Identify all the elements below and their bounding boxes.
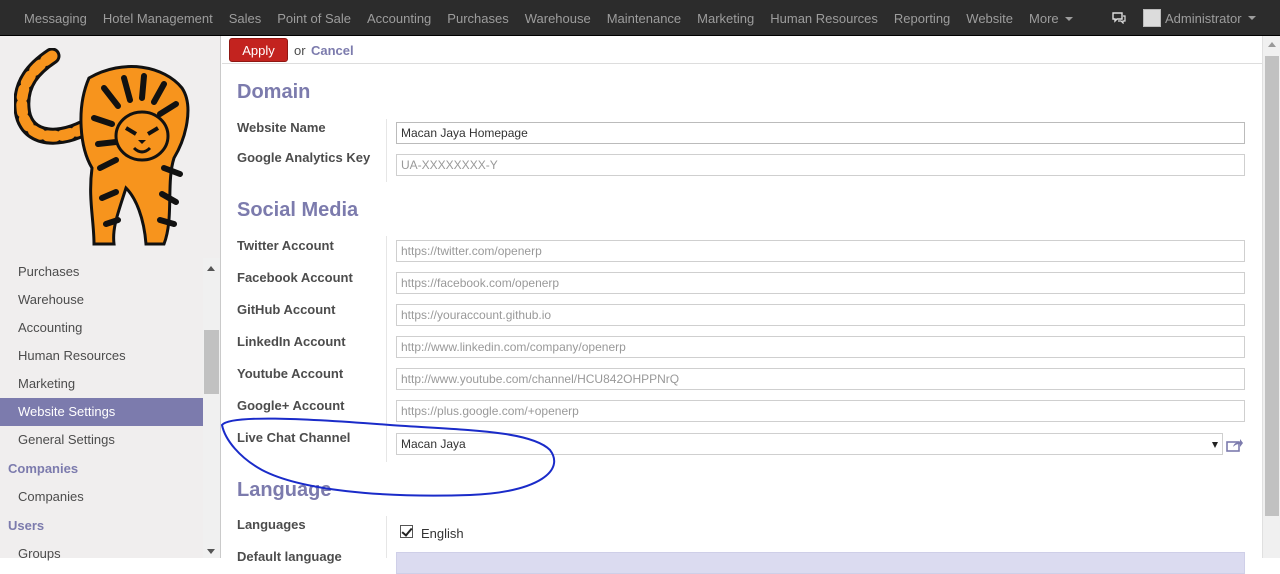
google-analytics-input[interactable] [396, 154, 1245, 176]
twitter-input[interactable] [396, 240, 1245, 262]
external-link-icon[interactable] [1226, 438, 1244, 452]
menu-warehouse[interactable]: Warehouse [517, 11, 599, 26]
live-chat-value: Macan Jaya [401, 437, 466, 451]
cancel-link[interactable]: Cancel [311, 43, 354, 58]
main-scroll-thumb[interactable] [1265, 56, 1279, 516]
menu-accounting[interactable]: Accounting [359, 11, 439, 26]
settings-form: Apply or Cancel Domain Website Name Goog… [222, 36, 1262, 574]
menu-human-resources[interactable]: Human Resources [762, 11, 886, 26]
section-social-title: Social Media [237, 199, 359, 221]
menu-website[interactable]: Website [958, 11, 1021, 26]
main-scrollbar[interactable] [1262, 36, 1280, 558]
tiger-logo [14, 48, 190, 246]
divider [386, 119, 387, 182]
sidebar-item-marketing[interactable]: Marketing [0, 370, 203, 398]
sidebar-menu: Purchases Warehouse Accounting Human Res… [0, 258, 203, 568]
facebook-input[interactable] [396, 272, 1245, 294]
dropdown-arrow-icon [1212, 442, 1218, 448]
divider [386, 516, 387, 558]
website-name-input[interactable] [396, 122, 1245, 144]
linkedin-input[interactable] [396, 336, 1245, 358]
scroll-down-icon[interactable] [207, 549, 215, 554]
sidebar-item-accounting[interactable]: Accounting [0, 314, 203, 342]
menu-more-dropdown[interactable]: More [1021, 11, 1081, 26]
google-plus-label: Google+ Account [237, 398, 345, 413]
sidebar: Purchases Warehouse Accounting Human Res… [0, 36, 221, 561]
menu-sales[interactable]: Sales [221, 11, 270, 26]
sidebar-item-warehouse[interactable]: Warehouse [0, 286, 203, 314]
sidebar-item-human-resources[interactable]: Human Resources [0, 342, 203, 370]
menu-maintenance[interactable]: Maintenance [599, 11, 689, 26]
apply-button[interactable]: Apply [229, 38, 288, 62]
english-checkbox[interactable] [400, 525, 413, 538]
chevron-down-icon [1247, 16, 1256, 20]
sidebar-item-purchases[interactable]: Purchases [0, 258, 203, 286]
menu-messaging[interactable]: Messaging [16, 11, 95, 26]
youtube-input[interactable] [396, 368, 1245, 390]
or-text: or [294, 43, 306, 58]
user-name: Administrator [1165, 10, 1242, 26]
website-name-label: Website Name [237, 120, 326, 135]
scroll-up-icon[interactable] [207, 266, 215, 271]
github-input[interactable] [396, 304, 1245, 326]
sidebar-header-users: Users [8, 518, 45, 533]
languages-label: Languages [237, 517, 306, 532]
google-analytics-label: Google Analytics Key [237, 150, 371, 165]
divider [386, 236, 387, 462]
live-chat-select[interactable]: Macan Jaya [396, 433, 1223, 455]
sidebar-item-general-settings[interactable]: General Settings [0, 426, 203, 454]
menu-hotel-management[interactable]: Hotel Management [95, 11, 221, 26]
sidebar-scrollbar[interactable] [203, 258, 220, 558]
sidebar-scroll-thumb[interactable] [204, 330, 219, 394]
section-language-title: Language [237, 479, 332, 501]
top-navbar: Messaging Hotel Management Sales Point o… [0, 0, 1280, 36]
scroll-up-icon[interactable] [1268, 42, 1276, 47]
default-language-label: Default language [237, 549, 342, 564]
avatar [1143, 9, 1161, 27]
menu-marketing[interactable]: Marketing [689, 11, 762, 26]
live-chat-label: Live Chat Channel [237, 430, 351, 445]
facebook-label: Facebook Account [237, 270, 353, 285]
menu-reporting[interactable]: Reporting [886, 11, 958, 26]
google-plus-input[interactable] [396, 400, 1245, 422]
user-menu[interactable]: Administrator [1143, 9, 1256, 27]
sidebar-item-companies[interactable]: Companies [0, 483, 203, 511]
chat-bubbles-icon[interactable] [1112, 12, 1126, 24]
default-language-select[interactable] [396, 552, 1245, 574]
sidebar-item-groups[interactable]: Groups [0, 540, 203, 568]
sidebar-item-website-settings[interactable]: Website Settings [0, 398, 203, 426]
menu-purchases[interactable]: Purchases [439, 11, 516, 26]
linkedin-label: LinkedIn Account [237, 334, 346, 349]
youtube-label: Youtube Account [237, 366, 344, 381]
menu-point-of-sale[interactable]: Point of Sale [269, 11, 359, 26]
sidebar-header-companies: Companies [8, 461, 79, 476]
action-bar: Apply or Cancel [222, 36, 1262, 64]
github-label: GitHub Account [237, 302, 336, 317]
section-domain-title: Domain [237, 81, 311, 103]
twitter-label: Twitter Account [237, 238, 334, 253]
english-label: English [421, 526, 464, 541]
top-menu: Messaging Hotel Management Sales Point o… [16, 0, 1081, 36]
